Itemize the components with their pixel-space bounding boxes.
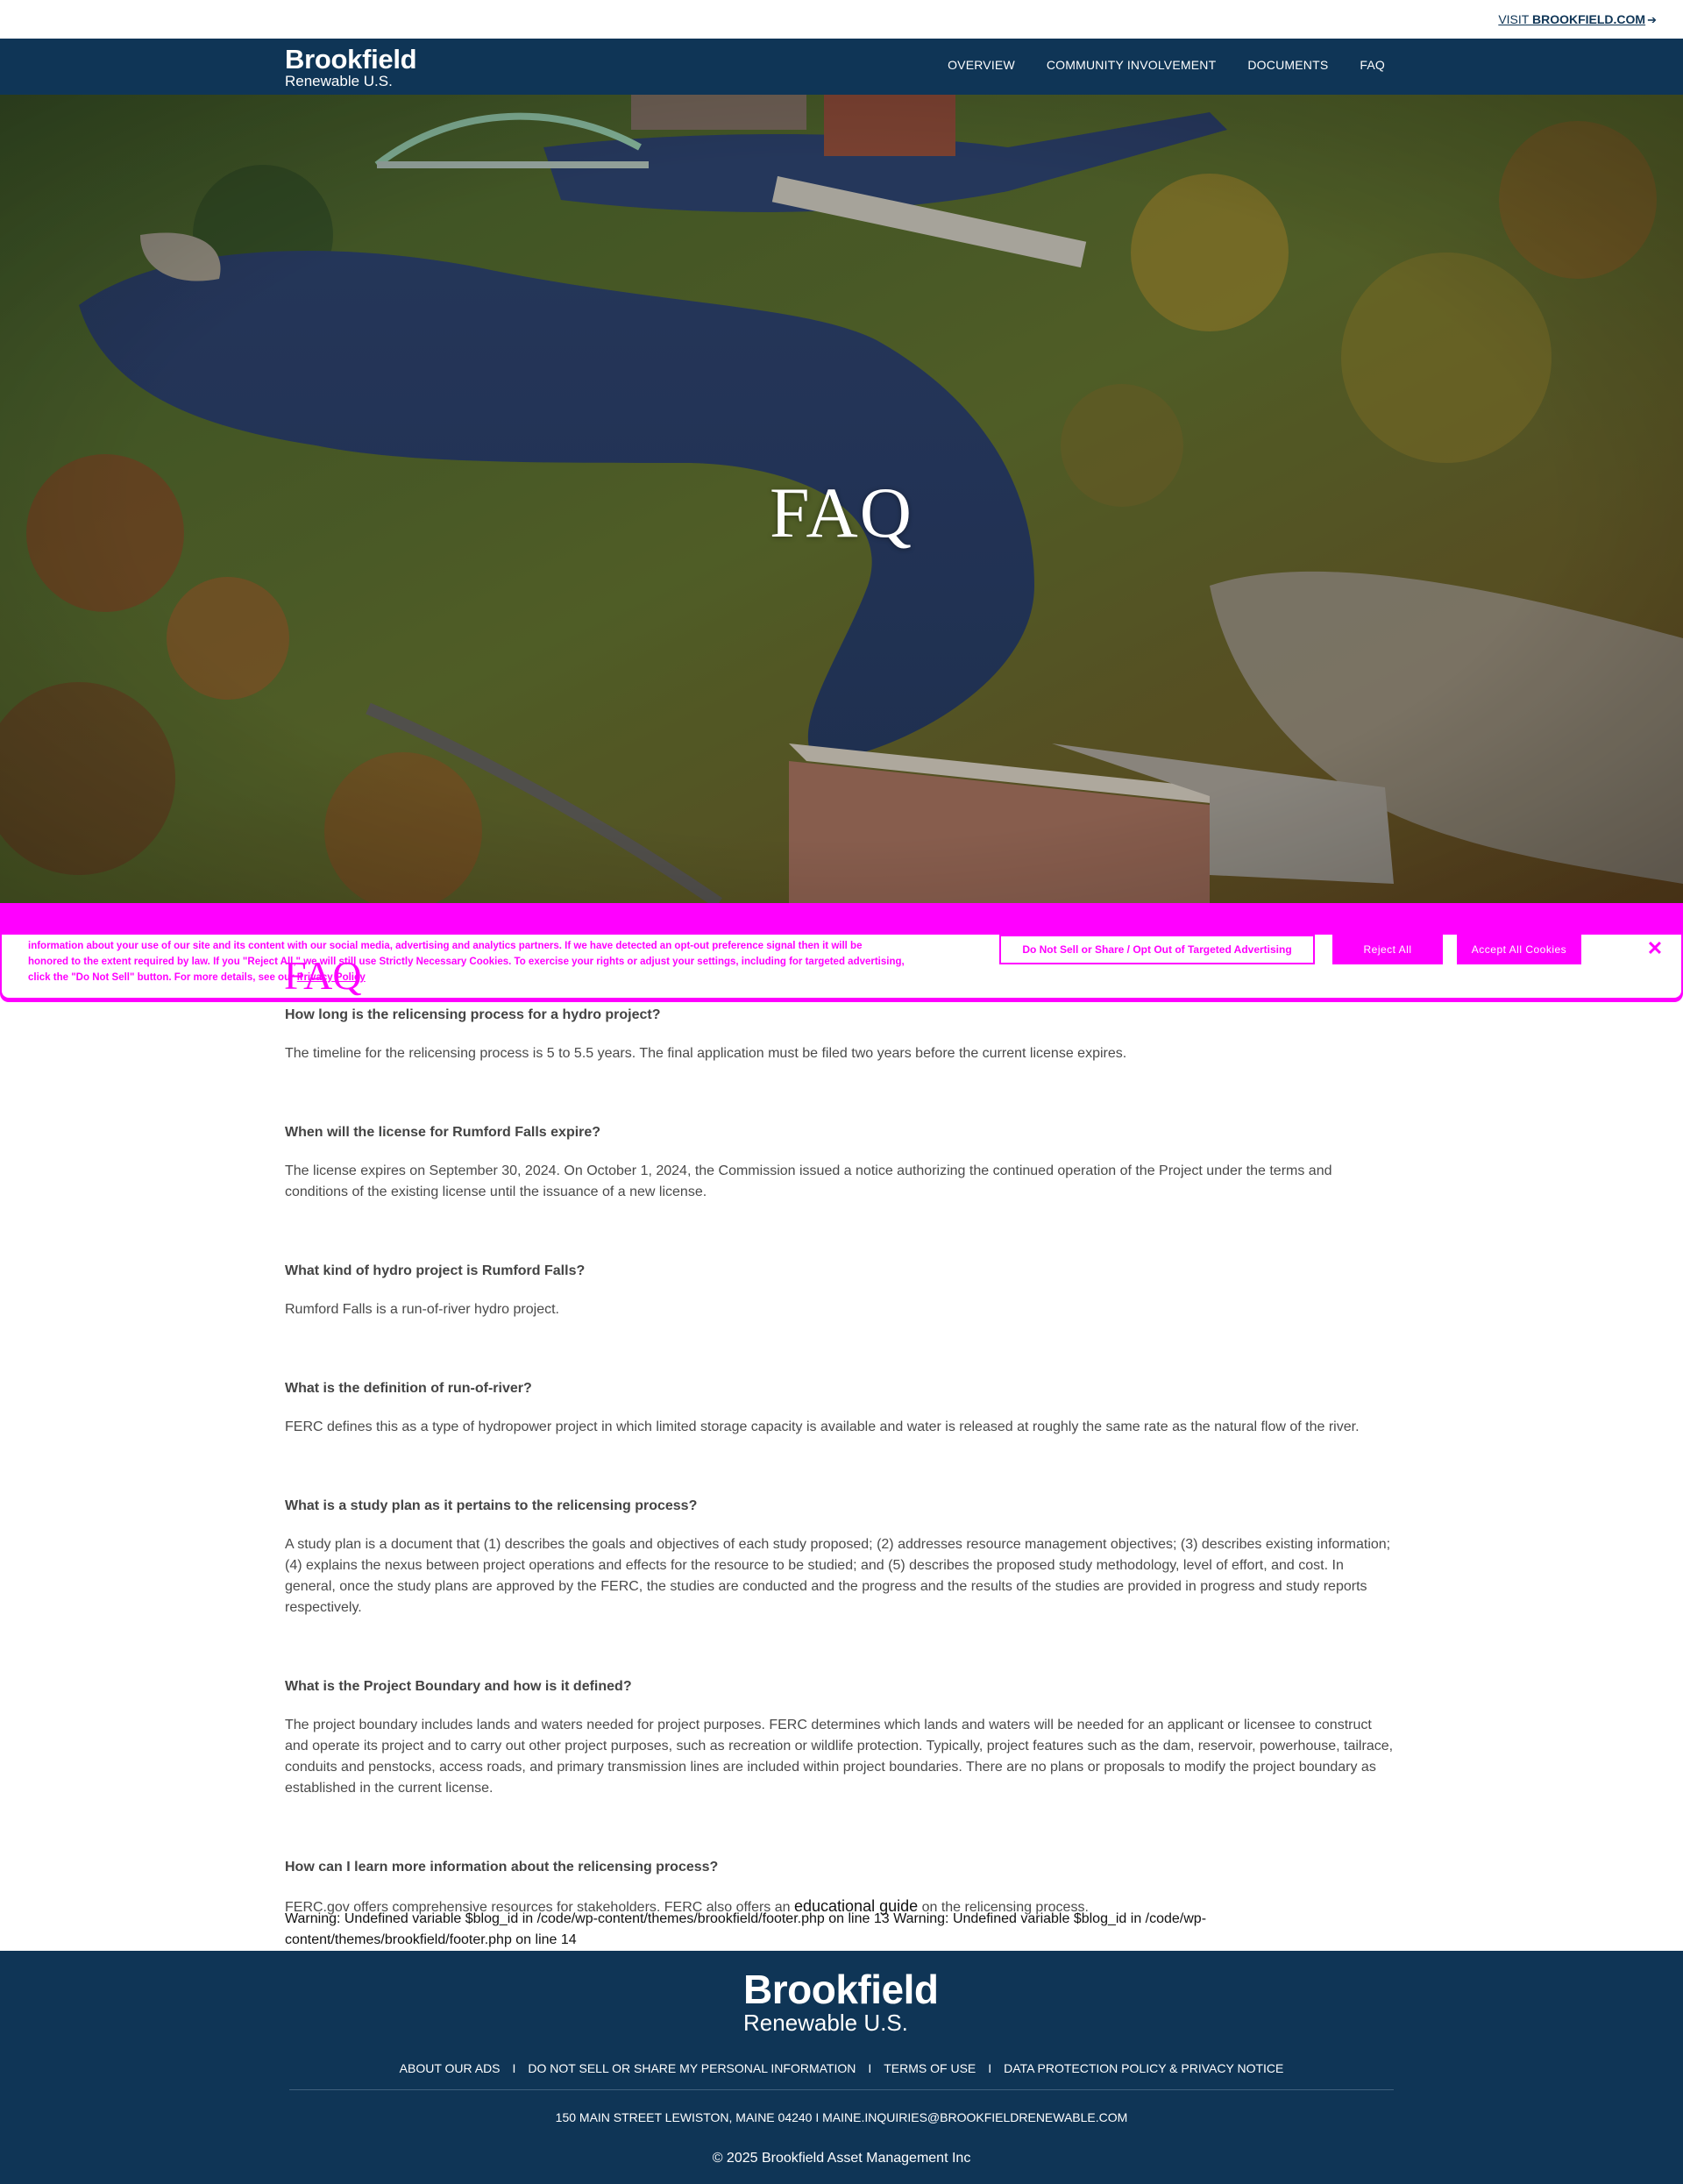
top-strip: VISIT BROOKFIELD.COM ➔ bbox=[0, 0, 1683, 39]
do-not-sell-button[interactable]: Do Not Sell or Share / Opt Out of Target… bbox=[999, 935, 1315, 964]
faq-answer: Rumford Falls is a run-of-river hydro pr… bbox=[285, 1302, 559, 1317]
footer-separator: I bbox=[988, 2061, 992, 2075]
faq-item: When will the license for Rumford Falls … bbox=[285, 1124, 1398, 1203]
faq-answer: FERC defines this as a type of hydropowe… bbox=[285, 1419, 1360, 1434]
faq-list: How long is the relicensing process for … bbox=[285, 1007, 1398, 1978]
footer-copyright: © 2025 Brookfield Asset Management Inc bbox=[712, 2151, 971, 2166]
nav-overview[interactable]: OVERVIEW bbox=[948, 58, 1015, 72]
logo-line1: Brookfield bbox=[285, 44, 417, 75]
faq-item: What kind of hydro project is Rumford Fa… bbox=[285, 1263, 1398, 1320]
faq-question: What is the Project Boundary and how is … bbox=[285, 1679, 632, 1694]
faq-question: What kind of hydro project is Rumford Fa… bbox=[285, 1263, 586, 1278]
cookie-banner-header bbox=[0, 903, 1683, 935]
visit-prefix: VISIT bbox=[1498, 12, 1532, 26]
faq-item: What is the definition of run-of-river? … bbox=[285, 1380, 1398, 1438]
faq-answer: The license expires on September 30, 202… bbox=[285, 1163, 1332, 1199]
footer-address: 150 MAIN STREET LEWISTON, MAINE 04240 I … bbox=[555, 2110, 1128, 2124]
faq-item: What is the Project Boundary and how is … bbox=[285, 1678, 1398, 1799]
site-footer: Brookfield Renewable U.S. ABOUT OUR ADS … bbox=[0, 1951, 1683, 2184]
footer-logo-line1: Brookfield bbox=[743, 1967, 939, 2012]
accept-all-cookies-button[interactable]: Accept All Cookies bbox=[1457, 935, 1581, 964]
footer-links: ABOUT OUR ADS I DO NOT SELL OR SHARE MY … bbox=[0, 2061, 1683, 2075]
footer-logo[interactable]: Brookfield Renewable U.S. bbox=[743, 1967, 939, 2036]
faq-question: What is the definition of run-of-river? bbox=[285, 1381, 532, 1396]
logo-line2: Renewable U.S. bbox=[285, 73, 393, 89]
cookie-banner-text: information about your use of our site a… bbox=[28, 938, 905, 985]
visit-brookfield-link[interactable]: VISIT BROOKFIELD.COM ➔ bbox=[1498, 12, 1657, 27]
cookie-text-body: information about your use of our site a… bbox=[28, 941, 905, 983]
faq-question: What is a study plan as it pertains to t… bbox=[285, 1498, 698, 1513]
hero-image: FAQ bbox=[0, 95, 1683, 903]
brookfield-logo[interactable]: Brookfield Renewable U.S. bbox=[285, 44, 417, 89]
main-navbar: Brookfield Renewable U.S. OVERVIEW COMMU… bbox=[0, 39, 1683, 95]
faq-question: How long is the relicensing process for … bbox=[285, 1007, 661, 1022]
hero-title: FAQ bbox=[770, 473, 913, 552]
close-icon[interactable]: ✕ bbox=[1644, 936, 1665, 961]
arrow-right-icon: ➔ bbox=[1647, 13, 1657, 26]
faq-answer: The timeline for the relicensing process… bbox=[285, 1046, 1127, 1061]
faq-question: How can I learn more information about t… bbox=[285, 1860, 719, 1875]
footer-separator: I bbox=[512, 2061, 516, 2075]
footer-link-about-our-ads[interactable]: ABOUT OUR ADS bbox=[400, 2061, 501, 2075]
footer-link-do-not-sell[interactable]: DO NOT SELL OR SHARE MY PERSONAL INFORMA… bbox=[528, 2061, 856, 2075]
visit-site: BROOKFIELD.COM bbox=[1531, 12, 1646, 26]
main-nav: OVERVIEW COMMUNITY INVOLVEMENT DOCUMENTS… bbox=[948, 58, 1385, 72]
faq-item: What is a study plan as it pertains to t… bbox=[285, 1497, 1398, 1618]
reject-all-button[interactable]: Reject All bbox=[1332, 935, 1443, 964]
nav-documents[interactable]: DOCUMENTS bbox=[1247, 58, 1328, 72]
footer-divider bbox=[289, 2089, 1394, 2090]
nav-faq[interactable]: FAQ bbox=[1360, 58, 1385, 72]
faq-answer: The project boundary includes lands and … bbox=[285, 1718, 1394, 1796]
faq-question: When will the license for Rumford Falls … bbox=[285, 1125, 601, 1140]
nav-community-involvement[interactable]: COMMUNITY INVOLVEMENT bbox=[1047, 58, 1216, 72]
faq-item: How long is the relicensing process for … bbox=[285, 1007, 1398, 1064]
footer-separator: I bbox=[868, 2061, 872, 2075]
footer-link-terms-of-use[interactable]: TERMS OF USE bbox=[884, 2061, 976, 2075]
faq-section-heading: FAQ bbox=[284, 953, 362, 998]
footer-logo-line2: Renewable U.S. bbox=[743, 2010, 908, 2036]
footer-link-privacy-notice[interactable]: DATA PROTECTION POLICY & PRIVACY NOTICE bbox=[1004, 2061, 1283, 2075]
php-warning-text: Warning: Undefined variable $blog_id in … bbox=[285, 1911, 1207, 1947]
faq-answer: A study plan is a document that (1) desc… bbox=[285, 1537, 1391, 1615]
